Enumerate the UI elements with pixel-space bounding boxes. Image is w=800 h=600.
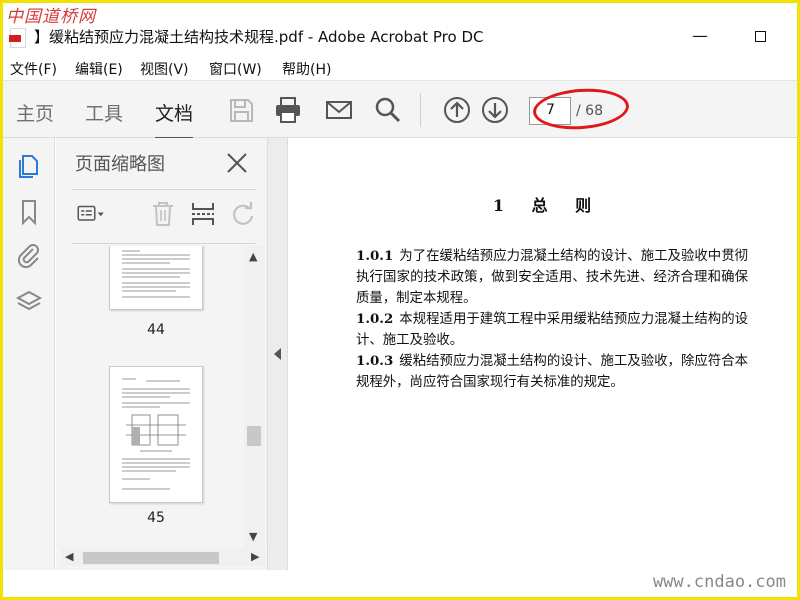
- menu-help[interactable]: 帮助(H): [282, 59, 331, 79]
- clause-paragraph: 1.0.2 本规程适用于建筑工程中采用缓粘结预应力混凝土结构的设计、施工及验收。: [356, 309, 748, 351]
- watermark-url: www.cndao.com: [652, 572, 786, 592]
- maximize-icon: [754, 31, 766, 42]
- thumbnail-number: 45: [147, 510, 165, 526]
- menu-edit[interactable]: 编辑(E): [75, 59, 123, 79]
- chapter-title: 1 总 则: [492, 196, 594, 215]
- clause-paragraph: 1.0.1 为了在缓粘结预应力混凝土结构的设计、施工及验收中贯彻执行国家的技术政策…: [356, 246, 748, 309]
- watermark-logo: 中国道桥网: [6, 7, 96, 27]
- menu-window[interactable]: 窗口(W): [209, 59, 262, 79]
- clause-text: 缓粘结预应力混凝土结构的设计、施工及验收，除应符合本规程外，尚应符合国家现行有关…: [356, 354, 748, 390]
- clause-number: 1.0.1: [356, 248, 394, 264]
- scroll-up-icon[interactable]: ▲: [249, 250, 257, 263]
- clause-number: 1.0.3: [356, 353, 394, 369]
- thumbnail-content: [122, 250, 190, 298]
- menu-bar: 文件(F) 编辑(E) 视图(V) 窗口(W) 帮助(H): [0, 56, 800, 80]
- thumbnail-vertical-scrollbar[interactable]: ▲ ▼: [244, 246, 264, 550]
- layers-icon[interactable]: [15, 288, 43, 316]
- clause-text: 为了在缓粘结预应力混凝土结构的设计、施工及验收中贯彻执行国家的技术政策，做到安全…: [356, 249, 748, 306]
- document-view[interactable]: 1 总 则 1.0.1 为了在缓粘结预应力混凝土结构的设计、施工及验收中贯彻执行国…: [289, 138, 797, 570]
- print-icon[interactable]: [273, 95, 303, 125]
- pdf-file-icon: [9, 28, 26, 48]
- tab-document[interactable]: 文档: [155, 99, 194, 140]
- thumbnail-page-44[interactable]: [109, 246, 203, 310]
- title-bar: 】缓粘结预应力混凝土结构技术规程.pdf - Adobe Acrobat Pro…: [0, 0, 800, 56]
- minimize-button[interactable]: —: [680, 22, 720, 50]
- menu-view[interactable]: 视图(V): [140, 59, 189, 79]
- maximize-button[interactable]: [740, 22, 780, 50]
- menu-file[interactable]: 文件(F): [10, 59, 57, 79]
- thumbnail-horizontal-scrollbar[interactable]: ◀ ▶: [61, 548, 266, 566]
- tab-tools[interactable]: 工具: [85, 99, 123, 126]
- collapse-panel-icon[interactable]: [274, 348, 281, 360]
- thumbnail-number: 44: [147, 322, 165, 338]
- thumbnail-page-45[interactable]: [109, 366, 203, 503]
- attachment-icon[interactable]: [15, 242, 43, 270]
- thumbnail-list: 44 45: [56, 246, 248, 550]
- toolbar: 主页 工具 文档 7 / 68: [0, 80, 800, 140]
- panel-title: 页面缩略图: [75, 154, 165, 175]
- navigation-rail: [3, 138, 55, 570]
- pages-icon[interactable]: [15, 152, 43, 180]
- close-icon[interactable]: [224, 150, 250, 176]
- save-icon[interactable]: [226, 95, 256, 125]
- clause-paragraph: 1.0.3 缓粘结预应力混凝土结构的设计、施工及验收，除应符合本规程外，尚应符合国…: [356, 351, 748, 393]
- bookmark-icon[interactable]: [15, 198, 43, 226]
- scrollbar-thumb[interactable]: [247, 426, 261, 446]
- scrollbar-thumb[interactable]: [83, 552, 219, 564]
- scroll-left-icon[interactable]: ◀: [65, 550, 73, 563]
- thumbnail-content: [122, 378, 190, 490]
- search-icon[interactable]: [373, 95, 403, 125]
- scroll-down-icon[interactable]: ▼: [249, 530, 257, 543]
- rotate-icon[interactable]: [228, 199, 258, 229]
- tab-home[interactable]: 主页: [16, 99, 54, 126]
- thumbnail-panel: 页面缩略图 44 45 ▲ ▼ ◀ ▶: [56, 138, 268, 570]
- thumbnail-options-icon[interactable]: [76, 199, 106, 229]
- page-down-icon[interactable]: [480, 95, 510, 125]
- email-icon[interactable]: [324, 95, 354, 125]
- scroll-right-icon[interactable]: ▶: [251, 550, 259, 563]
- delete-page-icon[interactable]: [148, 199, 178, 229]
- panel-splitter[interactable]: [268, 138, 288, 570]
- window-title: 】缓粘结预应力混凝土结构技术规程.pdf - Adobe Acrobat Pro…: [34, 28, 484, 46]
- panel-divider: [72, 189, 256, 190]
- page-up-icon[interactable]: [442, 95, 472, 125]
- clause-number: 1.0.2: [356, 311, 394, 327]
- toolbar-separator: [420, 93, 421, 127]
- annotation-ellipse: [531, 85, 631, 133]
- panel-divider: [72, 243, 256, 244]
- insert-page-icon[interactable]: [188, 199, 218, 229]
- clause-text: 本规程适用于建筑工程中采用缓粘结预应力混凝土结构的设计、施工及验收。: [356, 312, 748, 348]
